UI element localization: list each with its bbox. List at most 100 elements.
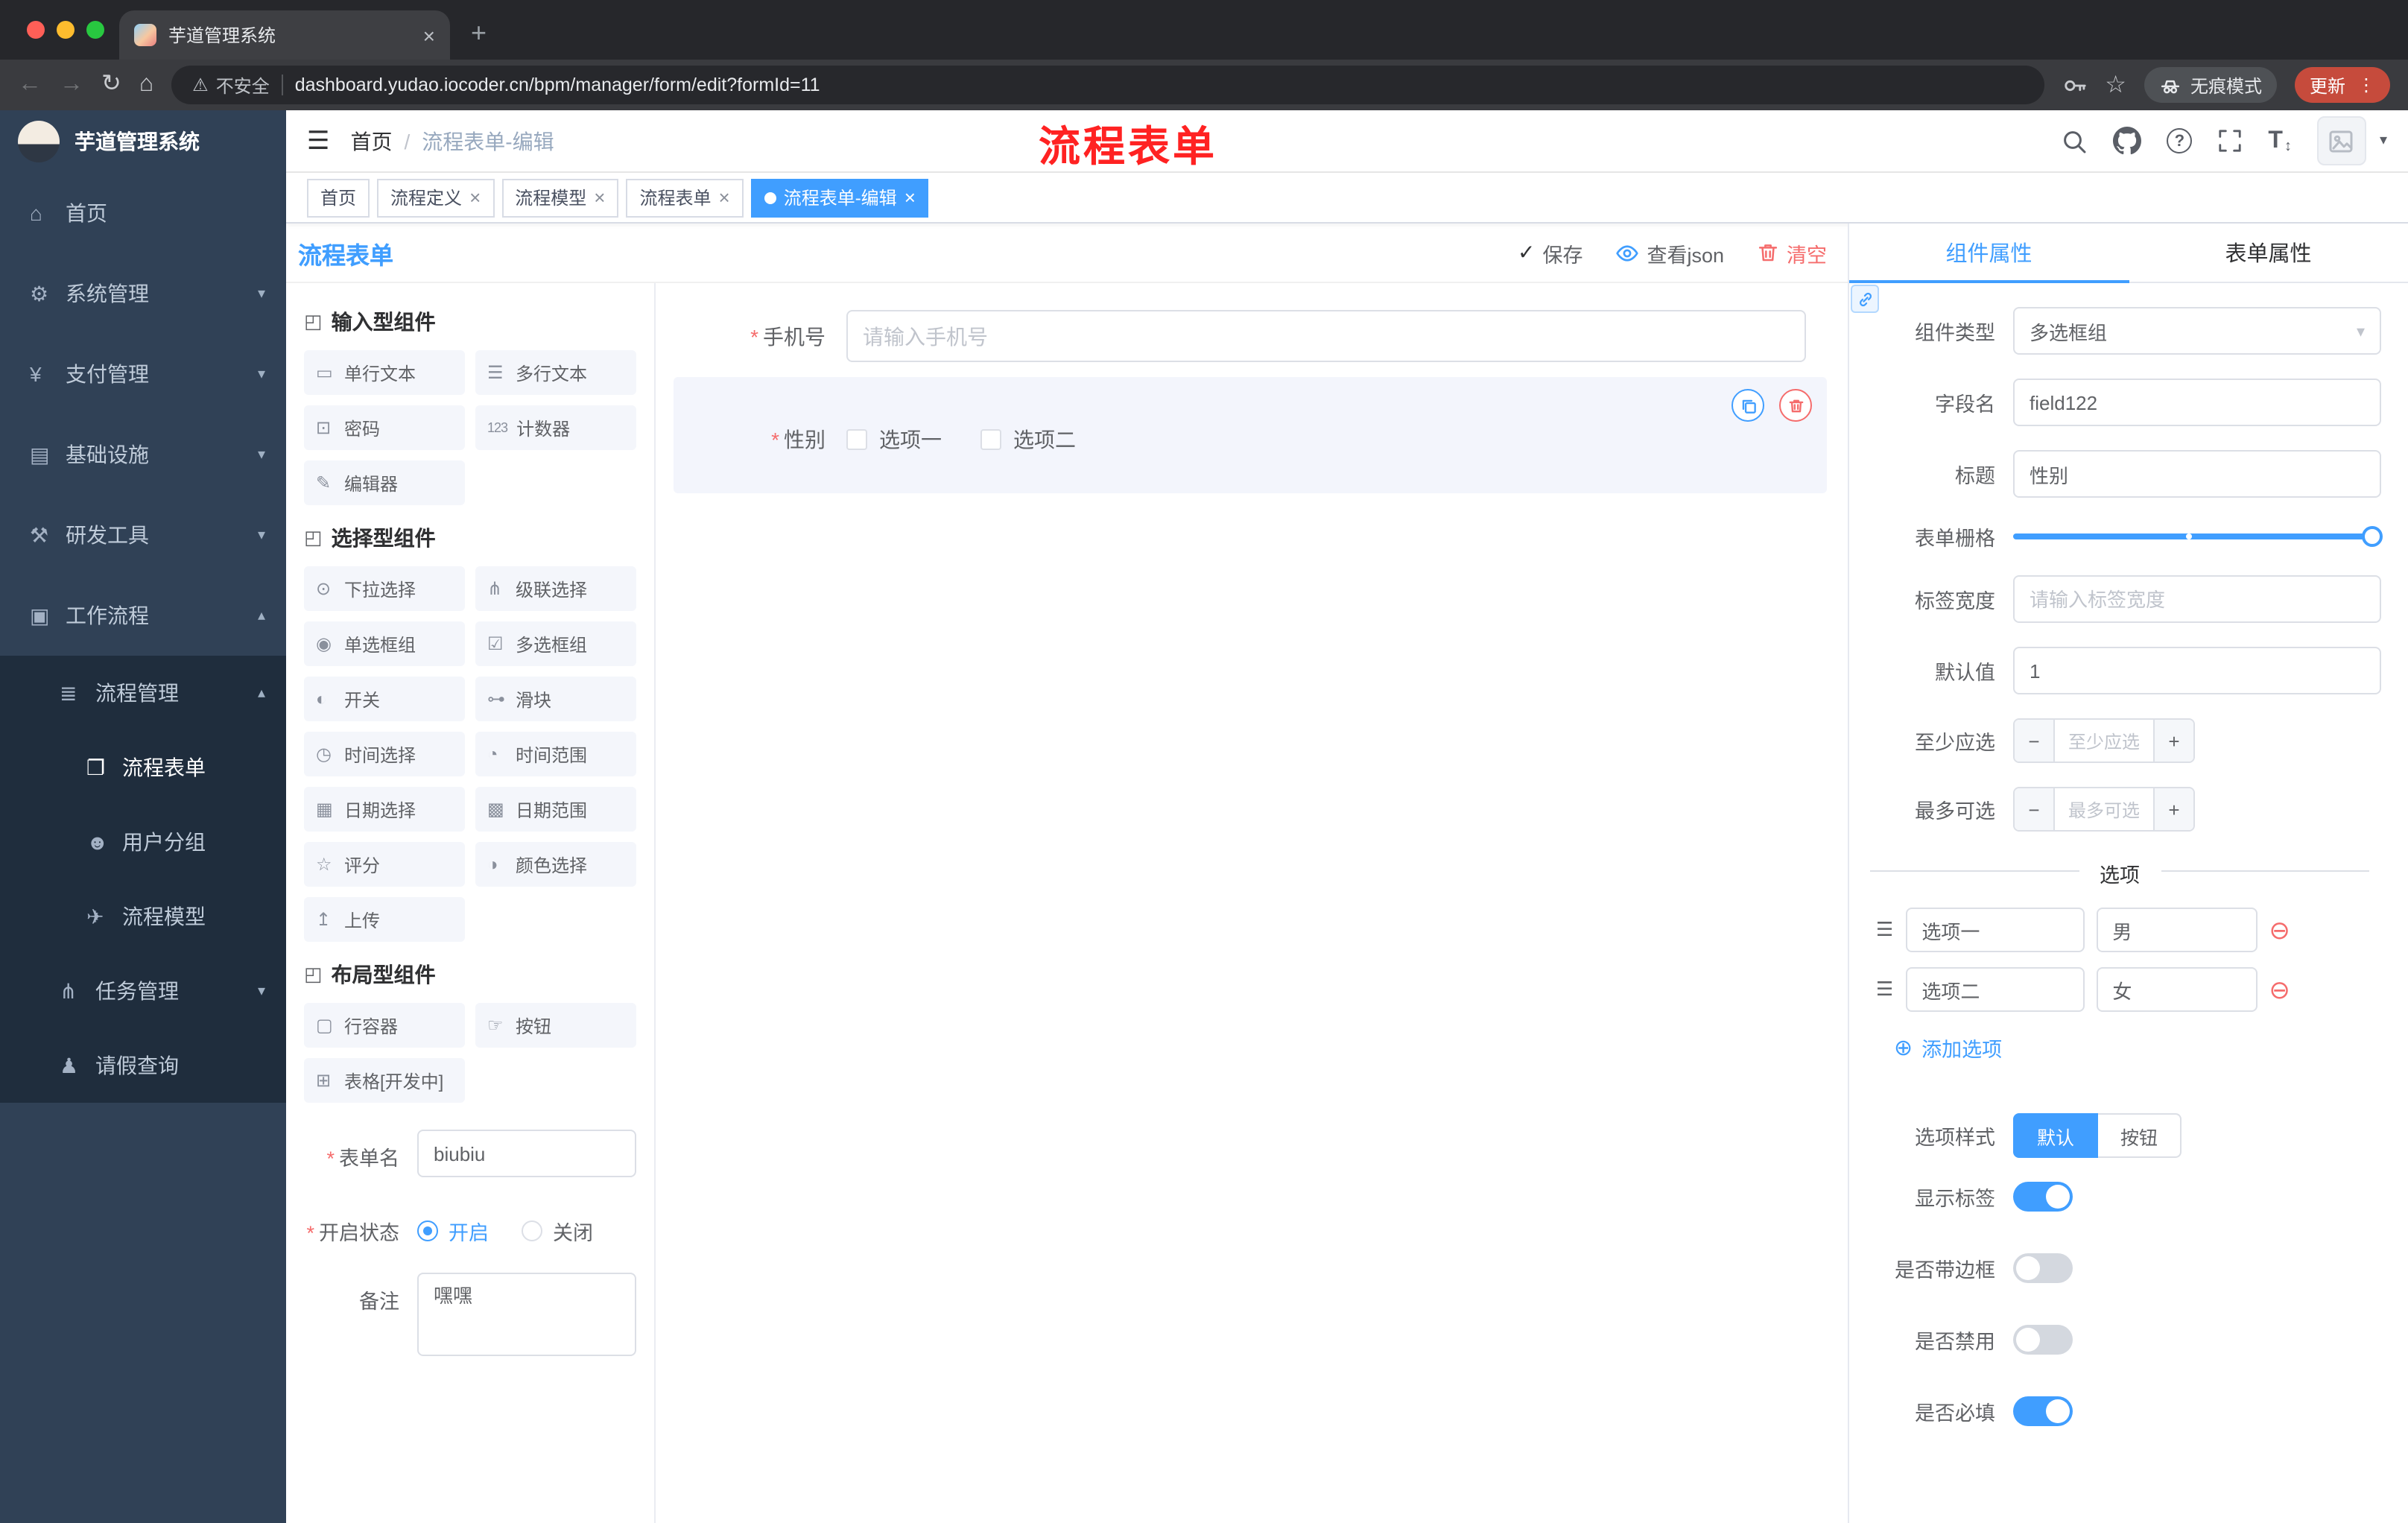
maximize-window-button[interactable] [86,21,104,39]
sidebar-item-system[interactable]: ⚙ 系统管理 ▾ [0,253,286,334]
option-label-input[interactable] [1905,967,2085,1012]
sidebar-item-leave-query[interactable]: ♟ 请假查询 [0,1028,286,1103]
tag-process-form-edit[interactable]: 流程表单-编辑 × [750,178,929,217]
tag-home[interactable]: 首页 [307,178,370,217]
minimize-window-button[interactable] [57,21,75,39]
palette-item-button[interactable]: ☞ 按钮 [475,1003,636,1048]
close-icon[interactable]: × [904,188,916,207]
avatar[interactable] [2316,116,2366,165]
default-value-input[interactable] [2013,647,2381,694]
back-icon[interactable]: ← [18,72,42,97]
gender-option1-checkbox[interactable]: 选项一 [846,425,942,455]
border-toggle[interactable] [2013,1253,2073,1283]
phone-field-row[interactable]: * 手机号 [721,310,1806,362]
sidebar-item-home[interactable]: ⌂ 首页 [0,173,286,253]
palette-item-color-picker[interactable]: ◑ 颜色选择 [475,842,636,887]
close-window-button[interactable] [27,21,45,39]
palette-item-cascader[interactable]: ⋔ 级联选择 [475,566,636,611]
reload-icon[interactable]: ↻ [101,72,121,97]
sidebar-item-process-model[interactable]: ✈ 流程模型 [0,879,286,954]
url-input[interactable]: ⚠ 不安全 dashboard.yudao.iocoder.cn/bpm/man… [171,66,2044,104]
browser-tab[interactable]: 芋道管理系统 × [119,10,450,60]
palette-item-password[interactable]: ⊡ 密码 [304,405,465,450]
disabled-toggle[interactable] [2013,1325,2073,1355]
style-button-button[interactable]: 按钮 [2098,1113,2182,1158]
clear-button[interactable]: 清空 [1757,238,1827,267]
palette-item-single-line-text[interactable]: ▭ 单行文本 [304,350,465,395]
palette-item-select[interactable]: ⊙ 下拉选择 [304,566,465,611]
style-default-button[interactable]: 默认 [2013,1113,2099,1158]
close-icon[interactable]: × [719,188,730,207]
bookmark-star-icon[interactable]: ☆ [2105,70,2126,100]
palette-item-radio-group[interactable]: ◉ 单选框组 [304,621,465,666]
sidebar-item-task-management[interactable]: ⋔ 任务管理 ▾ [0,954,286,1028]
github-icon[interactable] [2113,127,2142,155]
required-toggle[interactable] [2013,1396,2073,1426]
sidebar-item-process-form[interactable]: ❐ 流程表单 [0,730,286,805]
remark-textarea[interactable]: 嘿嘿 [417,1273,636,1356]
show-label-toggle[interactable] [2013,1182,2073,1212]
status-on-radio[interactable]: 开启 [417,1216,489,1246]
new-tab-button[interactable]: + [471,18,487,49]
add-option-button[interactable]: ⊕ 添加选项 [1894,1033,2381,1063]
option-label-input[interactable] [1905,908,2085,952]
max-select-value[interactable]: 最多可选 [2055,788,2153,830]
breadcrumb-home[interactable]: 首页 [351,126,393,156]
phone-input[interactable] [846,310,1806,362]
tab-close-icon[interactable]: × [423,25,435,45]
avatar-caret-icon[interactable]: ▾ [2380,133,2387,149]
password-key-icon[interactable] [2062,72,2087,98]
label-width-input[interactable] [2013,575,2381,623]
gender-field-row[interactable]: * 性别 选项一 选项二 [674,377,1827,493]
palette-item-slider[interactable]: ⊶ 滑块 [475,677,636,721]
min-select-value[interactable]: 至少应选 [2055,720,2153,762]
palette-item-switch[interactable]: ◐ 开关 [304,677,465,721]
palette-item-upload[interactable]: ↥ 上传 [304,897,465,942]
increase-button[interactable]: + [2153,788,2193,830]
palette-item-multi-line-text[interactable]: ☰ 多行文本 [475,350,636,395]
close-icon[interactable]: × [594,188,605,207]
field-name-input[interactable] [2013,379,2381,426]
copy-component-button[interactable] [1731,389,1764,422]
hamburger-icon[interactable]: ☰ [307,126,330,156]
fullscreen-icon[interactable] [2217,128,2243,153]
palette-item-checkbox-group[interactable]: ☑ 多选框组 [475,621,636,666]
option-value-input[interactable] [2096,908,2258,952]
palette-item-editor[interactable]: ✎ 编辑器 [304,460,465,505]
palette-item-time-picker[interactable]: ◷ 时间选择 [304,732,465,776]
view-json-button[interactable]: 查看json [1615,238,1724,267]
status-off-radio[interactable]: 关闭 [522,1216,593,1246]
palette-item-table[interactable]: ⊞ 表格[开发中] [304,1058,465,1103]
tab-form-props[interactable]: 表单属性 [2129,224,2408,282]
doc-link-icon[interactable] [1851,285,1879,313]
sidebar-item-process-management[interactable]: ≣ 流程管理 ▴ [0,656,286,730]
gender-option2-checkbox[interactable]: 选项二 [980,425,1076,455]
sidebar-item-devtools[interactable]: ⚒ 研发工具 ▾ [0,495,286,575]
remove-option-icon[interactable]: ⊖ [2269,917,2290,943]
tag-process-model[interactable]: 流程模型 × [501,178,619,217]
text-size-icon[interactable]: T ↕ [2268,127,2292,154]
palette-item-row-container[interactable]: ▢ 行容器 [304,1003,465,1048]
palette-item-counter[interactable]: 123 计数器 [475,405,636,450]
increase-button[interactable]: + [2153,720,2193,762]
slider-handle[interactable] [2362,526,2383,547]
sidebar-item-payment[interactable]: ¥ 支付管理 ▾ [0,334,286,414]
component-type-select[interactable]: 多选框组 ▾ [2013,307,2381,355]
decrease-button[interactable]: − [2015,720,2055,762]
sidebar-item-infrastructure[interactable]: ▤ 基础设施 ▾ [0,414,286,495]
palette-item-date-range[interactable]: ▩ 日期范围 [475,787,636,832]
form-name-input[interactable] [417,1130,636,1177]
help-icon[interactable]: ? [2167,128,2193,153]
security-warning[interactable]: ⚠ 不安全 [192,72,270,98]
tab-component-props[interactable]: 组件属性 [1849,224,2129,283]
title-input[interactable] [2013,450,2381,498]
palette-item-time-range[interactable]: ◔ 时间范围 [475,732,636,776]
forward-icon[interactable]: → [60,72,83,97]
option-value-input[interactable] [2096,967,2258,1012]
tag-process-form[interactable]: 流程表单 × [626,178,744,217]
sidebar-item-workflow[interactable]: ▣ 工作流程 ▴ [0,575,286,656]
delete-component-button[interactable] [1779,389,1812,422]
remove-option-icon[interactable]: ⊖ [2269,977,2290,1002]
save-button[interactable]: ✓ 保存 [1518,238,1582,267]
browser-menu-icon[interactable]: ⋮ [2357,75,2375,95]
